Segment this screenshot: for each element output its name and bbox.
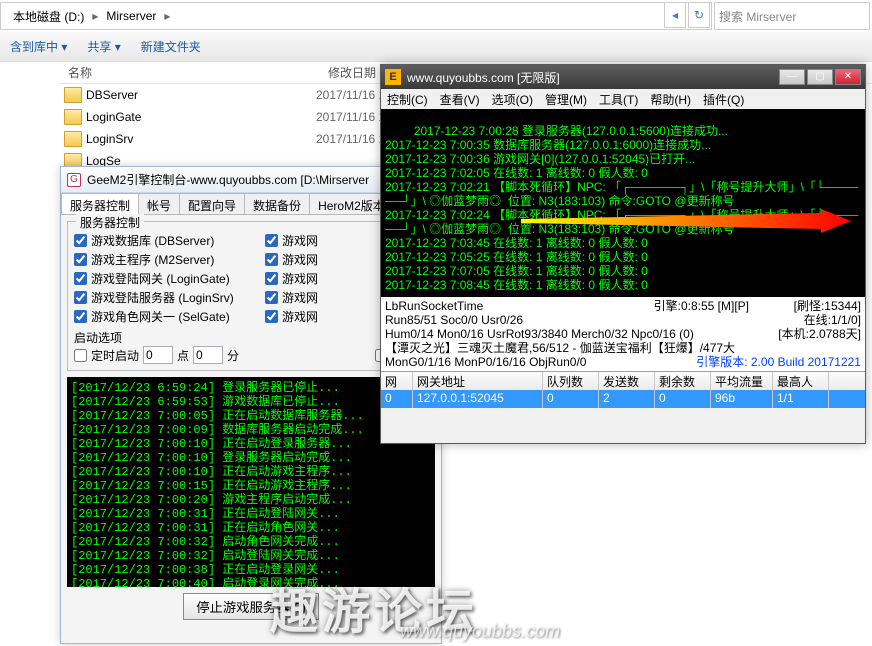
timed-start-label: 定时启动	[91, 347, 139, 364]
folder-icon	[64, 131, 82, 147]
tab-backup[interactable]: 数据备份	[244, 193, 310, 214]
gateway-checkbox[interactable]	[265, 234, 278, 247]
service-label: 游戏角色网关一 (SelGate)	[91, 308, 261, 325]
back-button[interactable]: ◂	[664, 2, 686, 28]
gateway-label: 游戏网	[282, 289, 318, 306]
service-label: 游戏登陆服务器 (LoginSrv)	[91, 289, 261, 306]
column-name[interactable]: 名称	[60, 62, 320, 83]
explorer-toolbar: 含到库中 ▾ 共享 ▾ 新建文件夹	[0, 32, 872, 62]
startup-options-label: 启动选项	[74, 329, 428, 346]
tab-config[interactable]: 配置向导	[179, 193, 245, 214]
engine-info: LbRunSocketTime引擎:0:8:55 [M][P][刷怪:15344…	[381, 297, 865, 371]
stop-server-button[interactable]: 停止游戏服务器(?)	[183, 593, 319, 620]
menu-control[interactable]: 控制(C)	[387, 91, 428, 108]
explorer-sidebar	[0, 62, 60, 646]
service-checkbox[interactable]	[74, 291, 87, 304]
service-label: 游戏数据库 (DBServer)	[91, 232, 261, 249]
gateway-checkbox[interactable]	[265, 253, 278, 266]
path-crumb[interactable]: Mirserver	[98, 7, 164, 25]
service-checkbox[interactable]	[74, 253, 87, 266]
gateway-checkbox[interactable]	[265, 310, 278, 323]
chevron-right-icon: ▸	[164, 9, 170, 23]
app-icon: G	[67, 173, 81, 187]
column-date[interactable]: 修改日期	[320, 62, 384, 83]
table-row[interactable]: 0 127.0.0.1:52045 0 2 0 96b 1/1	[381, 390, 865, 408]
menu-tools[interactable]: 工具(T)	[599, 91, 638, 108]
th-remain[interactable]: 剩余数据	[655, 372, 711, 390]
item-name: LoginSrv	[86, 132, 316, 146]
gateway-checkbox[interactable]	[265, 272, 278, 285]
service-checkbox[interactable]	[74, 310, 87, 323]
service-label: 游戏主程序 (M2Server)	[91, 251, 261, 268]
th-gateway[interactable]: 网关	[381, 372, 413, 390]
new-folder-button[interactable]: 新建文件夹	[141, 38, 201, 55]
minute-spinner[interactable]: 0	[193, 346, 223, 364]
refresh-button[interactable]: ↻	[688, 2, 710, 28]
hour-label: 点	[177, 347, 189, 364]
gateway-label: 游戏网	[282, 251, 318, 268]
gateway-checkbox[interactable]	[265, 291, 278, 304]
menu-plugins[interactable]: 插件(Q)	[703, 91, 744, 108]
engine-title: www.quyoubbs.com [无限版]	[407, 69, 560, 86]
search-box[interactable]: 搜索 Mirserver	[714, 2, 870, 30]
share-button[interactable]: 共享 ▾	[87, 38, 120, 55]
minimize-button[interactable]: —	[779, 69, 805, 85]
address-bar[interactable]: 本地磁盘 (D:) ▸ Mirserver ▸	[0, 2, 712, 30]
th-traffic[interactable]: 平均流量	[711, 372, 773, 390]
close-button[interactable]: ✕	[835, 69, 861, 85]
gateway-label: 游戏网	[282, 308, 318, 325]
path-crumb[interactable]: 本地磁盘 (D:)	[5, 6, 92, 27]
th-address[interactable]: 网关地址	[413, 372, 543, 390]
folder-icon	[64, 87, 82, 103]
item-name: LoginGate	[86, 110, 316, 124]
service-checkbox[interactable]	[74, 272, 87, 285]
th-send[interactable]: 发送数据	[599, 372, 655, 390]
engine-icon: E	[385, 69, 401, 85]
nav-buttons: ◂ ↻	[664, 2, 710, 28]
item-name: DBServer	[86, 88, 316, 102]
service-checkbox[interactable]	[74, 234, 87, 247]
menu-options[interactable]: 选项(O)	[492, 91, 533, 108]
engine-menubar: 控制(C) 查看(V) 选项(O) 管理(M) 工具(T) 帮助(H) 插件(Q…	[381, 89, 865, 109]
th-max[interactable]: 最高人数	[773, 372, 829, 390]
menu-manage[interactable]: 管理(M)	[545, 91, 587, 108]
hour-spinner[interactable]: 0	[143, 346, 173, 364]
menu-view[interactable]: 查看(V)	[440, 91, 480, 108]
engine-window: E www.quyoubbs.com [无限版] — ▢ ✕ 控制(C) 查看(…	[380, 64, 866, 444]
tab-account[interactable]: 帐号	[138, 193, 180, 214]
include-library-button[interactable]: 含到库中 ▾	[10, 38, 67, 55]
service-label: 游戏登陆网关 (LoginGate)	[91, 270, 261, 287]
th-queue[interactable]: 队列数据	[543, 372, 599, 390]
group-label: 服务器控制	[76, 214, 144, 231]
gateway-label: 游戏网	[282, 232, 318, 249]
engine-log: 2017-12-23 7:00:28 登录服务器(127.0.0.1:5600)…	[381, 109, 865, 297]
engine-titlebar[interactable]: E www.quyoubbs.com [无限版] — ▢ ✕	[381, 65, 865, 89]
folder-icon	[64, 109, 82, 125]
maximize-button[interactable]: ▢	[807, 69, 833, 85]
tab-server-control[interactable]: 服务器控制	[61, 193, 139, 214]
menu-help[interactable]: 帮助(H)	[650, 91, 691, 108]
window-title: GeeM2引擎控制台-www.quyoubbs.com [D:\Mirserve…	[87, 171, 369, 188]
timed-start-checkbox[interactable]	[74, 349, 87, 362]
search-placeholder: 搜索 Mirserver	[719, 8, 796, 25]
gateway-label: 游戏网	[282, 270, 318, 287]
minute-label: 分	[227, 347, 239, 364]
gateway-table: 网关 网关地址 队列数据 发送数据 剩余数据 平均流量 最高人数 0 127.0…	[381, 371, 865, 408]
